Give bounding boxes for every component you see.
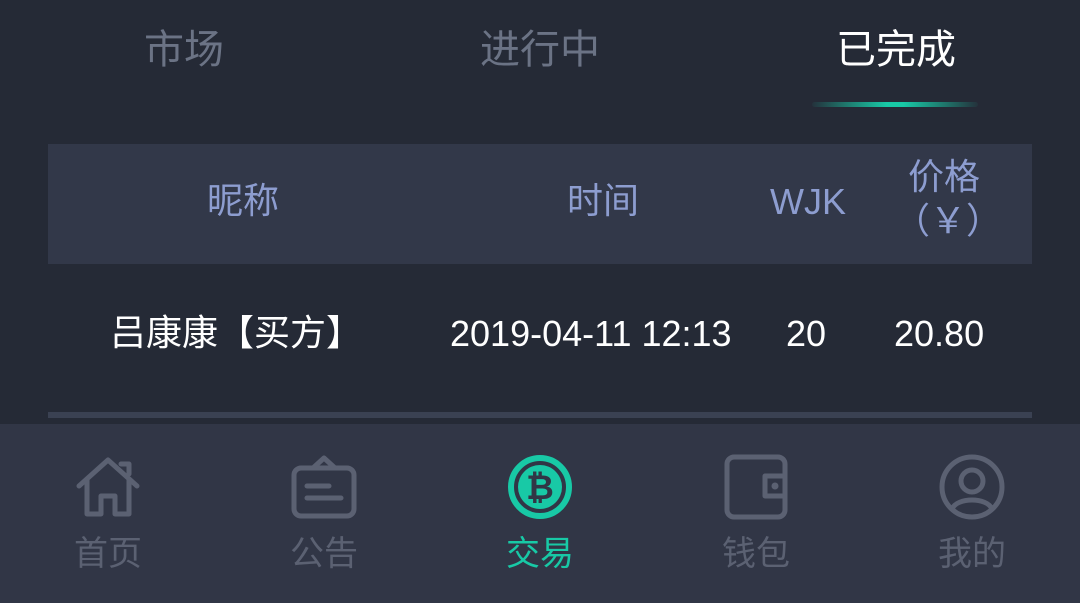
orders-table: 昵称 时间 WJK 价格 （￥） 吕康康【买方】 2019-04-11 12:1… — [48, 144, 1032, 404]
column-header-price-label: 价格 — [907, 157, 980, 198]
nav-label-trade: 交易 — [506, 534, 574, 574]
column-header-price: 价格 （￥） — [894, 156, 1003, 244]
cell-time: 2019-04-11 12:13 — [450, 313, 732, 354]
home-icon — [76, 457, 140, 517]
nav-item-trade[interactable]: ₿ 交易 — [470, 452, 610, 582]
bottom-nav: 首页 公告 ₿ 交易 钱包 我的 — [0, 424, 1080, 603]
nav-label-wallet: 钱包 — [722, 534, 790, 574]
cell-wjk: 20 — [786, 313, 827, 354]
column-header-time: 时间 — [566, 181, 639, 222]
nav-label-notice: 公告 — [290, 534, 358, 574]
cell-price: 20.80 — [894, 313, 985, 354]
table-row[interactable]: 吕康康【买方】 2019-04-11 12:13 20 20.80 — [48, 264, 1032, 404]
nav-item-wallet[interactable]: 钱包 — [686, 452, 826, 582]
trade-screen: 市场 进行中 已完成 昵称 时间 WJK 价格 （￥） 吕康康【买方】 2019… — [0, 0, 1080, 603]
nav-item-home[interactable]: 首页 — [38, 452, 178, 582]
notice-icon — [291, 455, 357, 519]
bitcoin-icon: ₿ — [508, 455, 572, 519]
column-header-wjk: WJK — [770, 181, 846, 222]
tab-market[interactable]: 市场 — [104, 22, 264, 78]
nav-item-mine[interactable]: 我的 — [902, 452, 1042, 582]
table-header: 昵称 时间 WJK 价格 （￥） — [48, 144, 1032, 264]
cell-nickname: 吕康康【买方】 — [110, 313, 363, 354]
nav-item-notice[interactable]: 公告 — [254, 452, 394, 582]
nav-label-mine: 我的 — [938, 534, 1006, 574]
column-header-price-unit: （￥） — [894, 201, 1003, 242]
svg-text:₿: ₿ — [526, 468, 554, 508]
active-tab-indicator — [812, 102, 978, 107]
tab-ongoing[interactable]: 进行中 — [440, 22, 640, 78]
order-tabs: 市场 进行中 已完成 — [0, 0, 1080, 110]
nav-label-home: 首页 — [74, 534, 142, 574]
tab-completed[interactable]: 已完成 — [816, 22, 976, 78]
wallet-icon — [724, 454, 788, 520]
row-divider — [48, 412, 1032, 418]
user-icon — [939, 454, 1005, 520]
column-header-nickname: 昵称 — [206, 181, 279, 222]
